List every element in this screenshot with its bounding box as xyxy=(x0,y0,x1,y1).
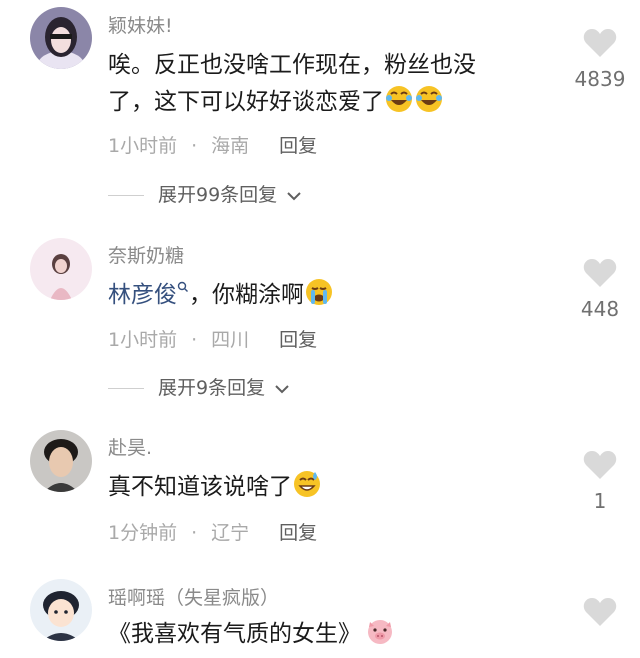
divider-line xyxy=(108,388,144,389)
avatar[interactable] xyxy=(30,430,92,492)
chevron-down-icon xyxy=(287,191,301,200)
comment-time: 1小时前 xyxy=(108,135,178,157)
like-button[interactable]: 448 xyxy=(560,258,640,321)
like-count: 4839 xyxy=(574,67,626,91)
heart-icon xyxy=(583,29,617,57)
search-icon xyxy=(177,282,188,293)
crying-emoji xyxy=(304,277,334,319)
like-count: 1 xyxy=(593,489,607,513)
expand-replies-label: 展开99条回复 xyxy=(158,184,278,206)
expand-replies-button[interactable]: 展开99条回复 xyxy=(108,180,302,207)
sweat-smile-emoji xyxy=(292,469,322,511)
comment-meta: 1小时前 · 四川 回复 xyxy=(108,325,317,352)
like-button[interactable] xyxy=(560,597,640,627)
username[interactable]: 颖妹妹! xyxy=(108,11,173,38)
comment-text-body: 《我喜欢有气质的女生》 xyxy=(108,621,361,647)
expand-replies-label: 展开9条回复 xyxy=(158,377,266,399)
avatar[interactable] xyxy=(30,238,92,300)
chevron-down-icon xyxy=(275,384,289,393)
comment-text: 《我喜欢有气质的女生》 xyxy=(108,616,568,658)
expand-replies-button[interactable]: 展开9条回复 xyxy=(108,373,290,400)
reply-button[interactable]: 回复 xyxy=(279,522,317,544)
username[interactable]: 赴昊. xyxy=(108,433,152,460)
reply-button[interactable]: 回复 xyxy=(279,329,317,351)
divider-line xyxy=(108,195,144,196)
comment-text-body: ，你糊涂啊 xyxy=(189,282,304,308)
comment-text-body: 真不知道该说啥了 xyxy=(108,474,292,500)
heart-icon xyxy=(583,259,617,287)
separator-dot: · xyxy=(191,135,198,157)
comment-text-line-2: 了，这下可以好好谈恋爱了 xyxy=(108,84,538,126)
comment-meta: 1小时前 · 海南 回复 xyxy=(108,131,317,158)
username[interactable]: 瑶啊瑶（失星疯版） xyxy=(108,583,279,610)
comment-text-line: 唉。反正也没啥工作现在，粉丝也没 xyxy=(108,52,476,78)
username[interactable]: 奈斯奶糖 xyxy=(108,241,184,268)
comment-location: 海南 xyxy=(211,135,250,157)
comment-time: 1小时前 xyxy=(108,329,178,351)
comment-text: 真不知道该说啥了 xyxy=(108,469,538,511)
comment-text-line: 了，这下可以好好谈恋爱了 xyxy=(108,89,384,115)
user-mention[interactable]: 林彦俊 xyxy=(108,282,177,308)
comment-text: 林彦俊 ，你糊涂啊 xyxy=(108,277,538,319)
separator-dot: · xyxy=(191,329,198,351)
comment-text: 唉。反正也没啥工作现在，粉丝也没 了，这下可以好好谈恋爱了 xyxy=(108,47,538,126)
separator-dot: · xyxy=(191,522,198,544)
like-count: 448 xyxy=(580,297,620,321)
like-button[interactable]: 1 xyxy=(560,450,640,513)
comment-location: 四川 xyxy=(211,329,250,351)
comment-time: 1分钟前 xyxy=(108,522,178,544)
comment-meta: 1分钟前 · 辽宁 回复 xyxy=(108,518,317,545)
comment-location: 辽宁 xyxy=(211,522,250,544)
heart-icon xyxy=(583,451,617,479)
heart-icon xyxy=(583,598,617,626)
rolling-laughing-emoji xyxy=(384,84,414,126)
reply-button[interactable]: 回复 xyxy=(279,135,317,157)
avatar[interactable] xyxy=(30,7,92,69)
like-button[interactable]: 4839 xyxy=(560,28,640,91)
avatar[interactable] xyxy=(30,579,92,641)
rolling-laughing-emoji xyxy=(414,84,444,126)
pig-emoji xyxy=(365,616,395,658)
